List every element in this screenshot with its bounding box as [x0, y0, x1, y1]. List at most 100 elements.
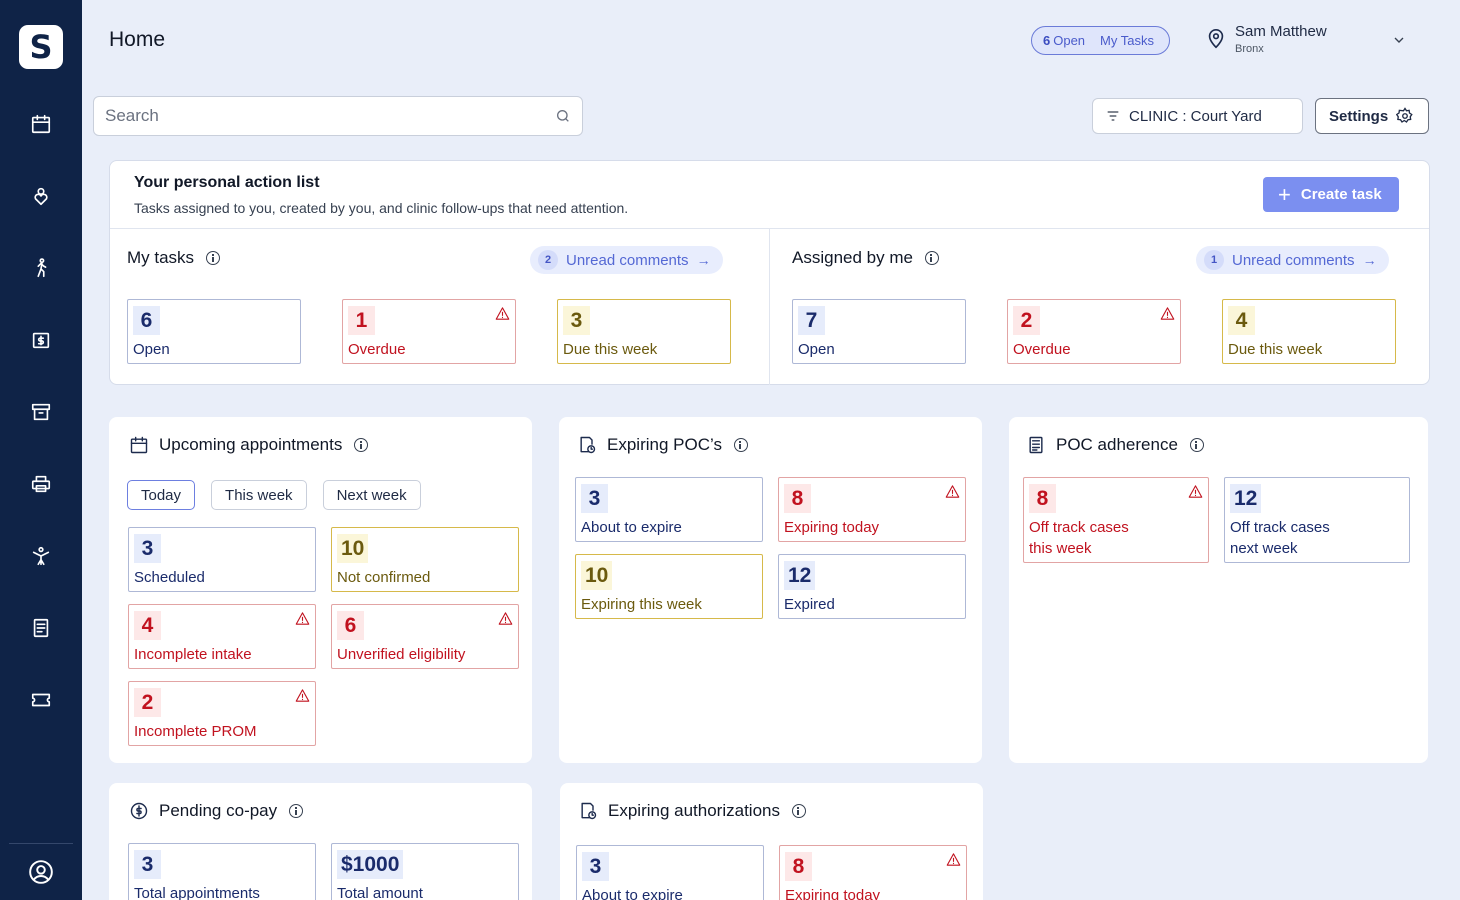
not-confirmed-stat[interactable]: 10 Not confirmed	[331, 527, 519, 592]
poc-expiring-today-stat[interactable]: 8 Expiring today	[778, 477, 966, 542]
warning-icon	[295, 688, 310, 703]
assigned-due-stat[interactable]: 4 Due this week	[1222, 299, 1396, 364]
card-header: Expiring POC’s	[577, 435, 748, 455]
search-icon[interactable]	[555, 108, 571, 124]
stat-value: 4	[1228, 306, 1255, 335]
my-tasks-overdue-stat[interactable]: 1 Overdue	[342, 299, 516, 364]
stat-value: 1	[348, 306, 375, 335]
my-tasks-open-stat[interactable]: 6 Open	[127, 299, 301, 364]
warning-icon	[495, 306, 510, 321]
incomplete-intake-stat[interactable]: 4 Incomplete intake	[128, 604, 316, 669]
unverified-eligibility-stat[interactable]: 6 Unverified eligibility	[331, 604, 519, 669]
stat-label: Open	[798, 341, 835, 358]
stat-label-line: Off track cases	[1230, 519, 1330, 536]
divider	[769, 228, 770, 385]
auth-expiring-today-stat[interactable]: 8 Expiring today	[779, 845, 967, 900]
off-track-next-week-stat[interactable]: 12 Off track cases next week	[1224, 477, 1410, 563]
expiring-poc-card: Expiring POC’s 3 About to expire 8 Expir…	[559, 417, 982, 763]
poc-about-to-expire-stat[interactable]: 3 About to expire	[575, 477, 763, 542]
user-circle-icon[interactable]	[25, 856, 57, 888]
action-list-subtitle: Tasks assigned to you, created by you, a…	[134, 200, 629, 216]
tab-next-week[interactable]: Next week	[322, 480, 421, 510]
warning-icon	[498, 611, 513, 626]
warning-icon	[946, 852, 961, 867]
info-icon[interactable]	[354, 438, 369, 452]
card-title: POC adherence	[1056, 435, 1178, 454]
stat-label: Incomplete PROM	[134, 723, 257, 740]
billing-icon[interactable]	[25, 324, 57, 356]
info-icon[interactable]	[791, 804, 806, 818]
arrow-right-icon: →	[696, 252, 711, 268]
assigned-unread-comments[interactable]: 1 Unread comments →	[1196, 246, 1389, 274]
stat-label: About to expire	[581, 519, 682, 536]
stat-value: 12	[1230, 484, 1262, 513]
stat-label: Overdue	[348, 341, 406, 358]
assigned-overdue-stat[interactable]: 2 Overdue	[1007, 299, 1181, 364]
stat-label-line: Off track cases	[1029, 519, 1129, 536]
clipboard-icon	[1026, 435, 1046, 455]
off-track-this-week-stat[interactable]: 8 Off track cases this week	[1023, 477, 1209, 563]
exercise-icon[interactable]	[25, 540, 57, 572]
user-location: Bronx	[1235, 43, 1264, 55]
my-tasks-due-stat[interactable]: 3 Due this week	[557, 299, 731, 364]
tab-today[interactable]: Today	[127, 480, 196, 510]
card-header: Upcoming appointments	[129, 435, 369, 455]
stat-label: Incomplete intake	[134, 646, 252, 663]
warning-icon	[295, 611, 310, 626]
app-logo[interactable]: S	[19, 25, 63, 69]
card-title: Pending co-pay	[159, 801, 278, 820]
total-appointments-stat[interactable]: 3 Total appointments	[128, 843, 316, 900]
my-tasks-label: My Tasks	[1100, 33, 1154, 48]
card-title: Upcoming appointments	[159, 435, 343, 454]
poc-expired-stat[interactable]: 12 Expired	[778, 554, 966, 619]
info-icon[interactable]	[924, 251, 939, 265]
open-tasks-count: 6	[1043, 33, 1051, 48]
info-icon[interactable]	[733, 438, 748, 452]
stat-label: Expiring today	[785, 887, 881, 900]
unread-comments-label: Unread comments	[566, 251, 689, 269]
search-input[interactable]	[94, 97, 534, 135]
clinic-filter-button[interactable]: CLINIC : Court Yard	[1092, 98, 1303, 134]
my-tasks-unread-comments[interactable]: 2 Unread comments →	[530, 246, 723, 274]
stat-value: 10	[337, 534, 369, 563]
stat-value: 7	[798, 306, 825, 335]
info-icon[interactable]	[289, 804, 304, 818]
location-pin-icon	[1205, 28, 1227, 50]
action-list-title: Your personal action list	[134, 174, 320, 191]
calendar-icon[interactable]	[25, 108, 57, 140]
scheduled-stat[interactable]: 3 Scheduled	[128, 527, 316, 592]
incomplete-prom-stat[interactable]: 2 Incomplete PROM	[128, 681, 316, 746]
total-amount-stat[interactable]: $1000 Total amount	[331, 843, 519, 900]
stat-label: Off track cases next week	[1230, 517, 1330, 559]
ticket-icon[interactable]	[25, 684, 57, 716]
stat-label: Due this week	[563, 341, 658, 358]
poc-expiring-week-stat[interactable]: 10 Expiring this week	[575, 554, 763, 619]
stat-label: Unverified eligibility	[337, 646, 466, 663]
user-menu[interactable]: Sam Matthew Bronx	[1205, 22, 1415, 58]
patient-icon[interactable]	[25, 180, 57, 212]
printer-icon[interactable]	[25, 468, 57, 500]
gear-icon	[1396, 107, 1413, 123]
info-icon[interactable]	[1189, 438, 1204, 452]
tab-this-week[interactable]: This week	[211, 480, 307, 510]
document-icon[interactable]	[25, 612, 57, 644]
stat-label: Expiring today	[784, 519, 880, 536]
stat-label: Open	[133, 341, 170, 358]
search-box	[93, 96, 583, 136]
clinic-filter-label: CLINIC : Court Yard	[1129, 107, 1262, 125]
settings-button[interactable]: Settings	[1315, 98, 1429, 134]
create-task-button[interactable]: + Create task	[1263, 177, 1399, 212]
stat-value: 2	[1013, 306, 1040, 335]
open-tasks-label: Open	[1053, 33, 1086, 48]
my-tasks-pill[interactable]: 6 Open My Tasks	[1031, 26, 1170, 55]
stat-label: Off track cases this week	[1029, 517, 1129, 559]
auth-about-to-expire-stat[interactable]: 3 About to expire	[576, 845, 764, 900]
assigned-open-stat[interactable]: 7 Open	[792, 299, 966, 364]
archive-icon[interactable]	[25, 396, 57, 428]
stat-value: 12	[784, 561, 816, 590]
info-icon[interactable]	[206, 251, 221, 265]
document-clock-icon	[577, 435, 597, 455]
unread-comments-label: Unread comments	[1232, 251, 1355, 269]
chevron-down-icon	[1391, 32, 1407, 48]
walking-person-icon[interactable]	[25, 252, 57, 284]
